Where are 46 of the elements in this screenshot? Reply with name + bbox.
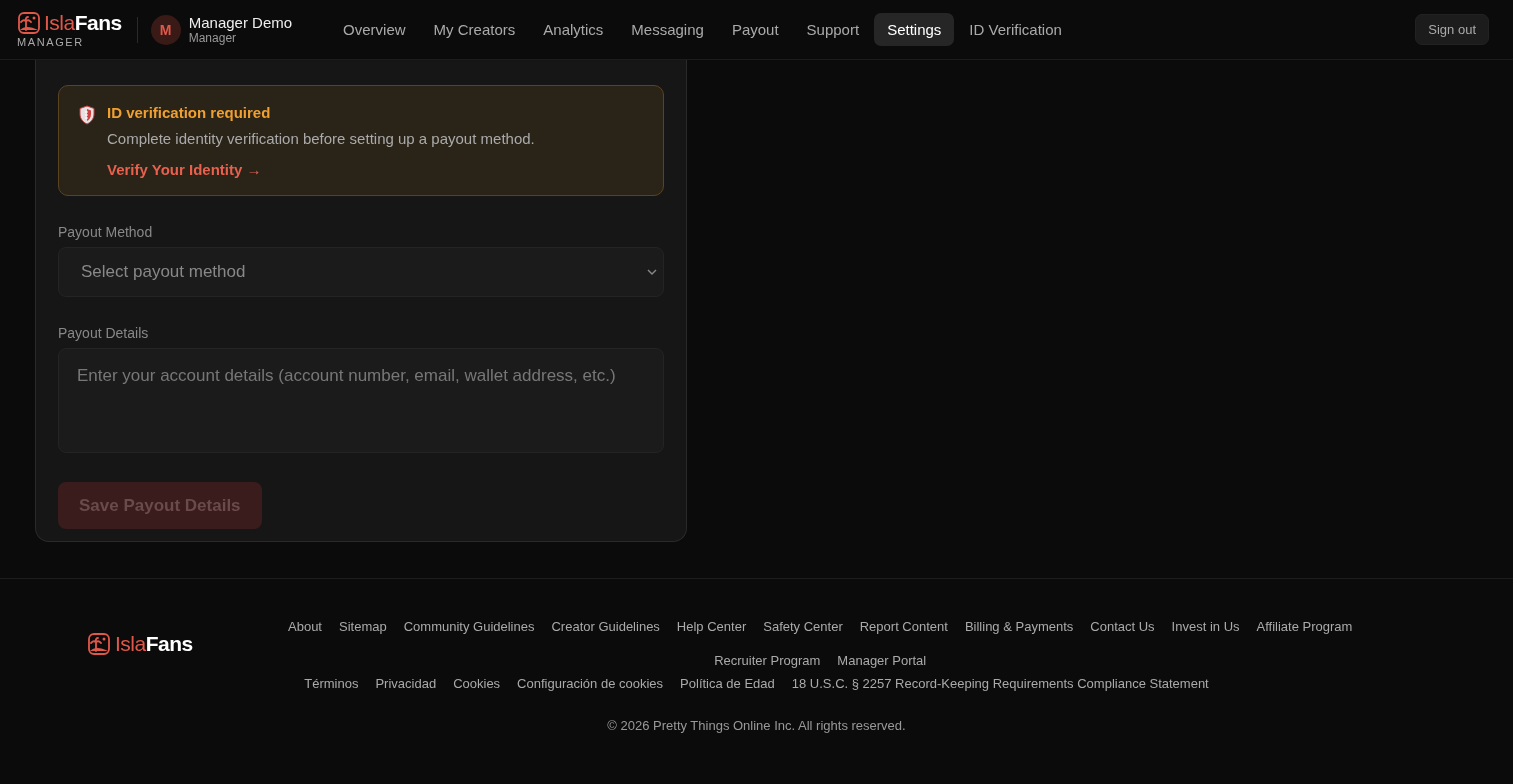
verify-identity-link[interactable]: Verify Your Identity →	[107, 161, 262, 178]
legal-link[interactable]: Cookies	[453, 676, 501, 691]
footer-link[interactable]: Safety Center	[763, 619, 843, 634]
footer-link[interactable]: Contact Us	[1090, 619, 1155, 634]
logo-icon	[17, 11, 41, 35]
nav-tab[interactable]: ID Verification	[956, 13, 1075, 46]
alert-title: ID verification required	[107, 104, 272, 121]
legal-link[interactable]: Configuración de cookies	[517, 676, 664, 691]
nav-tab[interactable]: Settings	[874, 13, 955, 46]
footer-link[interactable]: Community Guidelines	[403, 619, 535, 634]
footer-link[interactable]: Billing & Payments	[964, 619, 1074, 634]
footer-link[interactable]: Sitemap	[339, 619, 387, 634]
footer-link[interactable]: Creator Guidelines	[551, 619, 660, 634]
nav-tab[interactable]: Support	[793, 13, 873, 46]
footer-link[interactable]: Invest in Us	[1171, 619, 1240, 634]
shield-icon	[79, 105, 95, 125]
nav-tab[interactable]: Messaging	[618, 13, 717, 46]
footer-link[interactable]: Manager Portal	[837, 653, 927, 668]
nav-tab[interactable]: My Creators	[420, 13, 529, 46]
footer-link[interactable]: Report Content	[859, 619, 948, 634]
legal-link[interactable]: Política de Edad	[680, 676, 775, 691]
nav-tab[interactable]: Overview	[330, 13, 419, 46]
chevron-down-icon	[647, 268, 657, 276]
user-avatar[interactable]: M	[150, 14, 181, 45]
nav-tab[interactable]: Payout	[718, 13, 792, 46]
logo-icon	[87, 631, 111, 656]
legal-link[interactable]: 18 U.S.C. § 2257 Record-Keeping Requirements Compliance Statement	[791, 676, 1209, 691]
user-name: Manager Demo	[188, 14, 293, 31]
legal-link[interactable]: Privacidad	[375, 676, 437, 691]
logo-text[interactable]: IslaFans	[44, 11, 122, 35]
logo-text[interactable]: IslaFans	[115, 631, 193, 656]
footer-link[interactable]: Recruiter Program	[714, 653, 821, 668]
payout-details-field[interactable]: Enter your account details (account number, email, wallet address, etc.)	[58, 348, 664, 453]
footer-link[interactable]: Affiliate Program	[1256, 619, 1353, 634]
footer-link[interactable]: Help Center	[676, 619, 747, 634]
legal-link[interactable]: Términos	[304, 676, 359, 691]
payout-method-select[interactable]: Select payout method	[58, 247, 664, 297]
alert-message: Complete identity verification before setting up a payout method.	[107, 130, 535, 147]
footer-link[interactable]: About	[288, 619, 322, 634]
sign-out-button[interactable]: Sign out	[1415, 14, 1489, 45]
field-label: Payout Method	[58, 224, 154, 240]
field-label: Payout Details	[58, 325, 150, 341]
copyright-text: © 2026 Pretty Things Online Inc. All rights reserved.	[607, 718, 906, 733]
logo-subtitle: MANAGER	[17, 36, 85, 48]
user-role: Manager	[188, 31, 238, 45]
nav-tab[interactable]: Analytics	[530, 13, 617, 46]
